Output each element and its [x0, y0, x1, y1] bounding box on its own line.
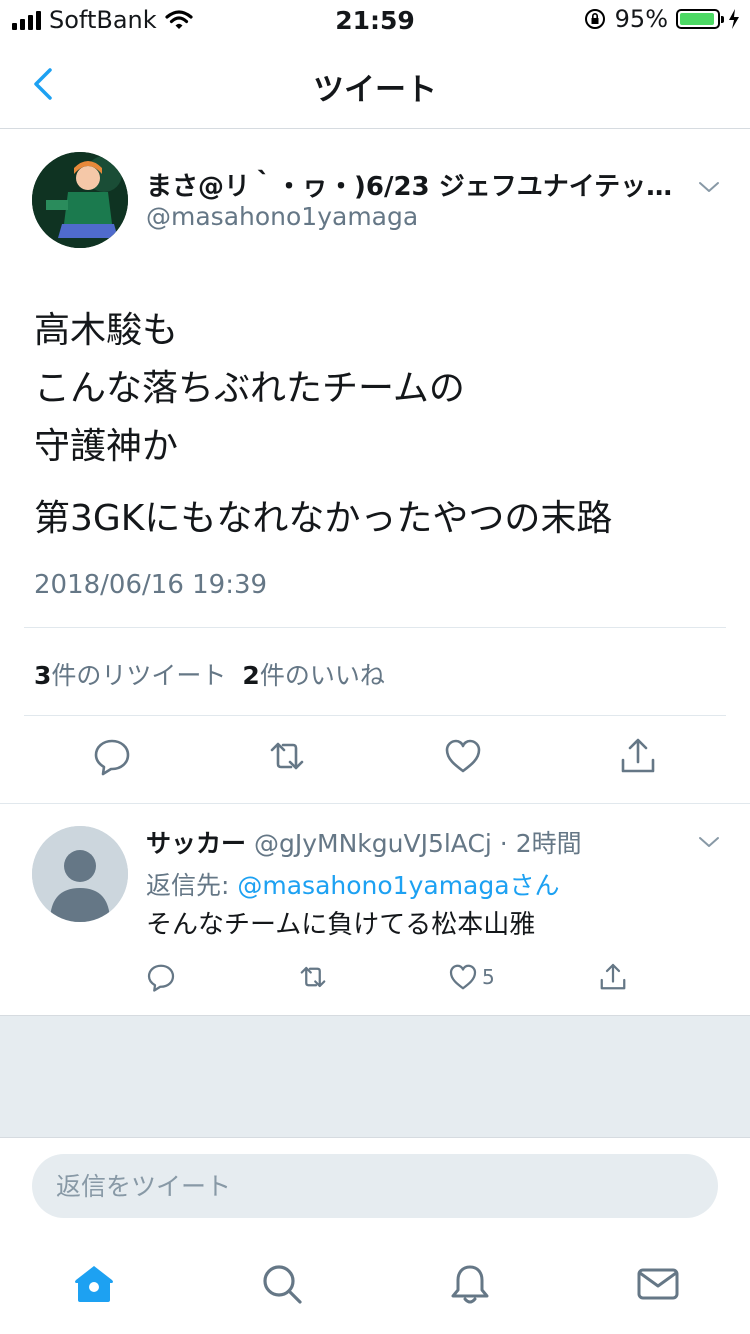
status-bar: SoftBank 21:59 95%	[0, 0, 750, 40]
search-icon[interactable]	[260, 1262, 304, 1306]
status-right: 95%	[583, 5, 740, 33]
author-name[interactable]: まさ@リ｀・ヮ・)6/23 ジェフユナイテッ…	[146, 166, 676, 203]
author-handle[interactable]: @masahono1yamaga	[146, 202, 418, 231]
tweet-text-paragraph: 第3GKにもなれなかったやつの末路	[34, 498, 613, 539]
bell-icon[interactable]	[448, 1262, 492, 1306]
retweet-count-link[interactable]: 3件のリツイート	[34, 656, 226, 692]
default-avatar-icon	[32, 826, 128, 922]
like-count-label: 件のいいね	[259, 661, 385, 690]
tweet-actions	[24, 736, 726, 786]
home-icon[interactable]	[72, 1262, 116, 1306]
reply-icon[interactable]	[92, 736, 132, 776]
reply-share-action[interactable]	[598, 962, 628, 992]
nav-bar: ツイート	[0, 40, 750, 129]
reply-composer[interactable]	[32, 1154, 718, 1218]
divider	[24, 627, 726, 628]
battery-level	[680, 13, 715, 25]
chevron-down-icon[interactable]	[697, 830, 721, 854]
avatar-image	[32, 152, 128, 248]
engagement-counts: 3件のリツイート 2件のいいね	[34, 656, 385, 692]
retweet-count: 3	[34, 661, 52, 690]
reply-to-prefix: 返信先:	[146, 871, 238, 900]
empty-area	[0, 1015, 750, 1138]
reply-like-count: 5	[482, 965, 495, 989]
page-title: ツイート	[313, 72, 437, 108]
reply-icon	[147, 964, 175, 992]
share-icon	[600, 963, 626, 990]
reply-avatar[interactable]	[32, 826, 128, 922]
tweet-body: 高木駿も こんな落ちぶれたチームの 守護神か 第3GKにもなれなかったやつの末路	[34, 302, 724, 562]
mail-icon[interactable]	[636, 1262, 680, 1306]
reply-input[interactable]	[32, 1154, 718, 1218]
charging-icon	[729, 9, 739, 29]
retweet-count-label: 件のリツイート	[51, 661, 227, 690]
like-count: 2	[242, 661, 260, 690]
battery-icon	[676, 9, 724, 29]
reply-header: サッカー @gJyMNkguVJ5lACj · 2時間	[146, 824, 582, 860]
heart-icon	[449, 964, 477, 990]
chevron-down-icon[interactable]	[697, 175, 721, 199]
tweet-text-paragraph: 高木駿も こんな落ちぶれたチームの 守護神か	[34, 310, 465, 467]
retweet-icon	[300, 966, 326, 988]
divider	[0, 1137, 750, 1138]
battery-percent: 95%	[614, 5, 668, 33]
author-avatar[interactable]	[32, 152, 128, 248]
share-icon[interactable]	[618, 736, 658, 776]
heart-icon[interactable]	[443, 736, 483, 776]
reply-like-action[interactable]: 5	[448, 962, 495, 992]
tweet-timestamp: 2018/06/16 19:39	[34, 570, 268, 600]
divider	[0, 803, 750, 804]
divider	[24, 715, 726, 716]
reply-meta[interactable]: @gJyMNkguVJ5lACj · 2時間	[254, 829, 582, 858]
retweet-icon[interactable]	[267, 736, 307, 776]
lock-rotation-icon	[584, 9, 605, 29]
reply-text: そんなチームに負けてる松本山雅	[146, 910, 536, 940]
reply-actions: 5	[146, 962, 666, 996]
reply-retweet-action[interactable]	[298, 962, 328, 992]
reply-to-handle[interactable]: @masahono1yamagaさん	[237, 871, 559, 900]
like-count-link[interactable]: 2件のいいね	[242, 656, 384, 692]
tab-bar	[0, 1244, 750, 1334]
reply-author-name[interactable]: サッカー	[146, 829, 246, 858]
reply-reply-action[interactable]	[146, 962, 176, 992]
reply-to: 返信先: @masahono1yamagaさん	[146, 866, 560, 902]
